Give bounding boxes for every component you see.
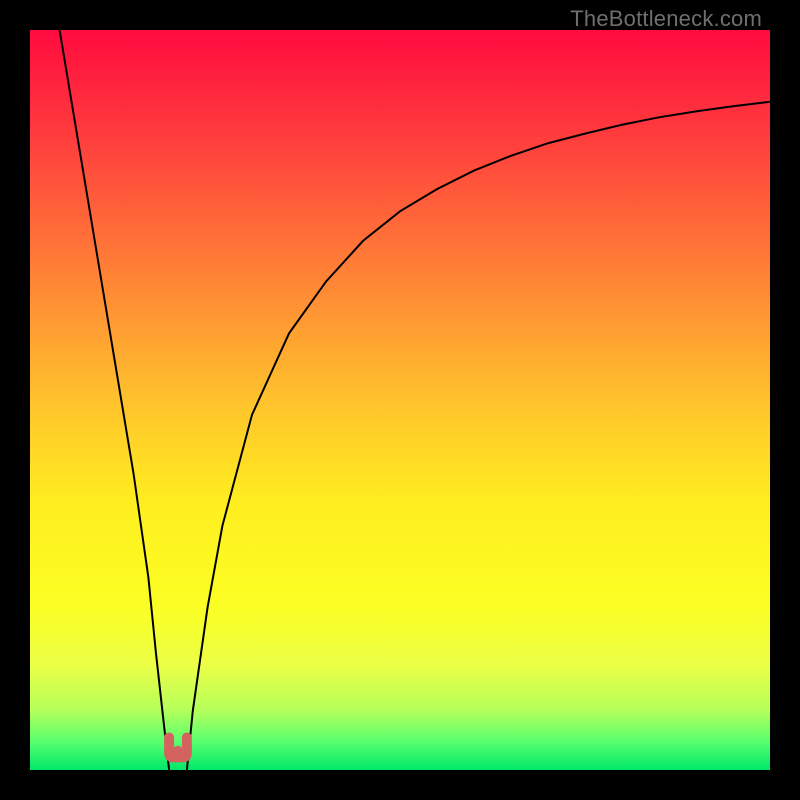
curve-right-branch [187,102,770,770]
dip-u-mark [169,737,187,757]
curve-left-branch [60,30,170,770]
curve-layer [30,30,770,770]
chart-frame: TheBottleneck.com [0,0,800,800]
plot-area [30,30,770,770]
watermark-text: TheBottleneck.com [570,6,762,32]
